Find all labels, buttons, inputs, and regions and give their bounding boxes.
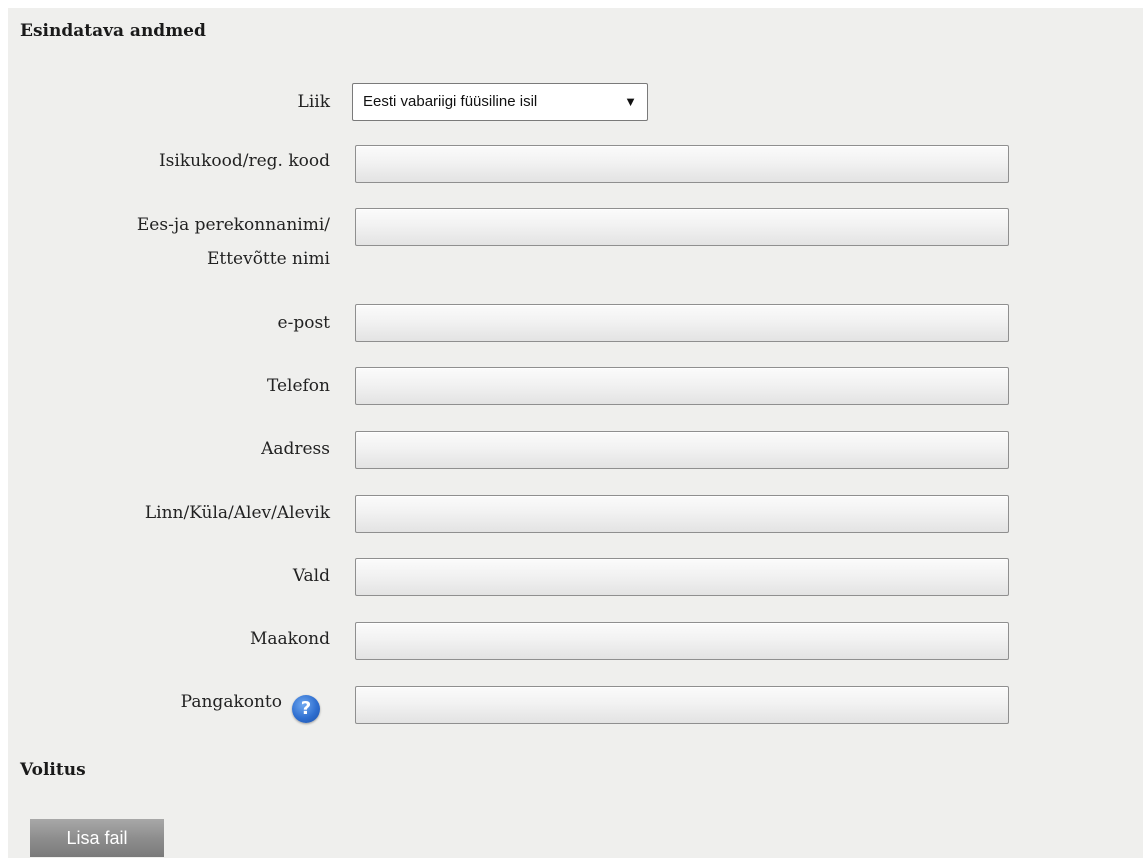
question-mark-icon[interactable]: ?: [292, 695, 320, 723]
county-input[interactable]: [355, 622, 1009, 660]
city-input[interactable]: [355, 495, 1009, 533]
bank-account-label: Pangakonto: [180, 692, 282, 712]
phone-input[interactable]: [355, 367, 1009, 405]
id-code-label: Isikukood/reg. kood: [158, 151, 330, 171]
name-label-line2: Ettevõtte nimi: [206, 249, 330, 269]
name-label-line1: Ees-ja perekonnanimi/: [136, 215, 330, 235]
authorization-section-title: Volitus: [20, 760, 86, 780]
municipality-input[interactable]: [355, 558, 1009, 596]
city-label: Linn/Küla/Alev/Alevik: [144, 503, 330, 523]
type-label: Liik: [297, 92, 330, 112]
name-label: Ees-ja perekonnanimi/ Ettevõtte nimi: [8, 208, 330, 276]
type-select-value: Eesti vabariigi füüsiline isil: [363, 93, 538, 110]
representative-form-panel: Esindatava andmed Liik Eesti vabariigi f…: [8, 8, 1143, 858]
bank-account-input[interactable]: [355, 686, 1009, 724]
representative-section-title: Esindatava andmed: [20, 21, 206, 41]
email-label: e-post: [277, 313, 330, 333]
name-input[interactable]: [355, 208, 1009, 246]
email-input[interactable]: [355, 304, 1009, 342]
phone-label: Telefon: [266, 376, 330, 396]
triangle-down-icon: ▼: [624, 94, 637, 109]
type-select[interactable]: Eesti vabariigi füüsiline isil ▼: [352, 83, 648, 121]
address-label: Aadress: [261, 439, 330, 459]
address-input[interactable]: [355, 431, 1009, 469]
add-file-button[interactable]: Lisa fail: [30, 819, 164, 857]
county-label: Maakond: [249, 629, 330, 649]
municipality-label: Vald: [292, 566, 330, 586]
id-code-input[interactable]: [355, 145, 1009, 183]
